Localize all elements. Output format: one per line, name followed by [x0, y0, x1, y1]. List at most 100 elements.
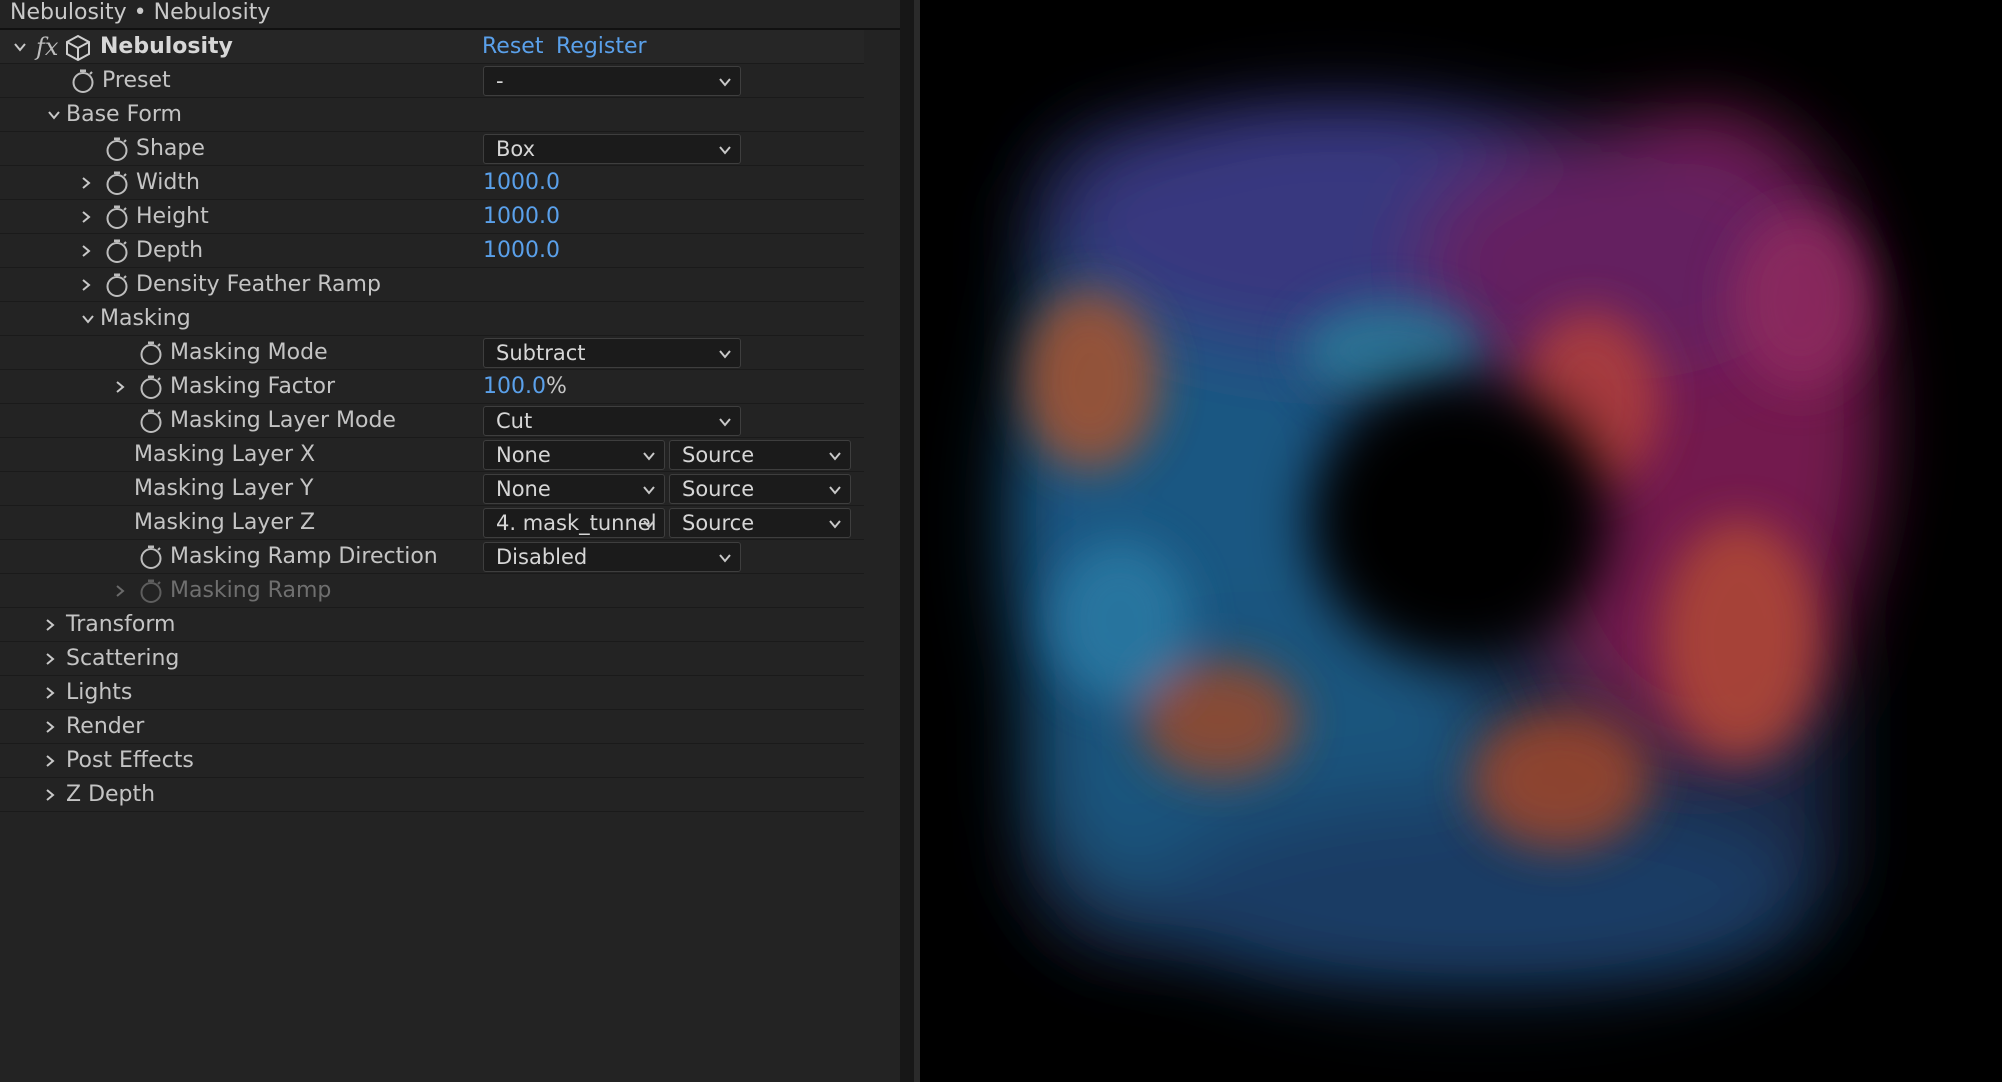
- stopwatch-icon[interactable]: [138, 374, 164, 400]
- chevron-right-icon[interactable]: [110, 370, 130, 404]
- chevron-down-icon: [642, 449, 656, 463]
- property-row-masking-layer-x: Masking Layer X None Source: [0, 438, 864, 472]
- property-row-density-feather-ramp: Density Feather Ramp: [0, 268, 864, 302]
- effect-properties-list: fx Nebulosity Reset Register Preset - Ba…: [0, 30, 864, 812]
- property-row-height: Height 1000.0: [0, 200, 864, 234]
- stopwatch-icon[interactable]: [70, 68, 96, 94]
- property-label: Masking Layer X: [134, 442, 316, 467]
- dropdown-value: Subtract: [496, 341, 586, 365]
- property-label: Masking Factor: [170, 374, 336, 399]
- masking-mode-dropdown[interactable]: Subtract: [483, 338, 741, 368]
- group-row-post-effects[interactable]: Post Effects: [0, 744, 864, 778]
- chevron-down-icon: [718, 415, 732, 429]
- group-label: Z Depth: [66, 782, 156, 807]
- chevron-right-icon[interactable]: [40, 710, 60, 744]
- layer-x-source-dropdown[interactable]: Source: [669, 440, 851, 470]
- dropdown-value: 4. mask_tunnel: [496, 511, 657, 535]
- group-row-render[interactable]: Render: [0, 710, 864, 744]
- chevron-right-icon[interactable]: [40, 778, 60, 812]
- dropdown-value: -: [496, 69, 504, 93]
- width-value[interactable]: 1000.0: [483, 166, 560, 200]
- group-label: Post Effects: [66, 748, 194, 773]
- group-row-transform[interactable]: Transform: [0, 608, 864, 642]
- chevron-right-icon[interactable]: [76, 200, 96, 234]
- dropdown-value: None: [496, 477, 551, 501]
- masking-ramp-direction-dropdown[interactable]: Disabled: [483, 542, 741, 572]
- chevron-down-icon: [828, 483, 842, 497]
- masking-factor-number[interactable]: 100.0: [483, 374, 546, 399]
- property-row-masking-layer-y: Masking Layer Y None Source: [0, 472, 864, 506]
- height-value[interactable]: 1000.0: [483, 200, 560, 234]
- chevron-down-icon[interactable]: [44, 98, 64, 132]
- property-row-masking-ramp: Masking Ramp: [0, 574, 864, 608]
- chevron-down-icon: [642, 517, 656, 531]
- dropdown-value: Disabled: [496, 545, 588, 569]
- chevron-right-icon[interactable]: [40, 642, 60, 676]
- chevron-right-icon[interactable]: [40, 676, 60, 710]
- property-row-width: Width 1000.0: [0, 166, 864, 200]
- layer-z-layer-dropdown[interactable]: 4. mask_tunnel: [483, 508, 665, 538]
- layer-z-source-dropdown[interactable]: Source: [669, 508, 851, 538]
- property-label: Masking Ramp: [170, 578, 332, 603]
- effect-twirl-chevron-down-icon[interactable]: [10, 30, 30, 64]
- panel-divider[interactable]: [900, 0, 914, 1082]
- masking-factor-unit: %: [545, 374, 567, 399]
- chevron-down-icon: [642, 483, 656, 497]
- stopwatch-icon[interactable]: [138, 544, 164, 570]
- masking-layer-mode-dropdown[interactable]: Cut: [483, 406, 741, 436]
- layer-y-layer-dropdown[interactable]: None: [483, 474, 665, 504]
- chevron-down-icon: [718, 143, 732, 157]
- group-row-base-form[interactable]: Base Form: [0, 98, 864, 132]
- layer-y-source-dropdown[interactable]: Source: [669, 474, 851, 504]
- group-row-scattering[interactable]: Scattering: [0, 642, 864, 676]
- chevron-right-icon[interactable]: [76, 234, 96, 268]
- property-label: Masking Layer Z: [134, 510, 316, 535]
- stopwatch-icon[interactable]: [104, 272, 130, 298]
- property-row-preset: Preset -: [0, 64, 864, 98]
- chevron-right-icon[interactable]: [40, 608, 60, 642]
- depth-value[interactable]: 1000.0: [483, 234, 560, 268]
- chevron-down-icon: [718, 347, 732, 361]
- stopwatch-icon[interactable]: [138, 340, 164, 366]
- group-label: Scattering: [66, 646, 180, 671]
- chevron-down-icon[interactable]: [78, 302, 98, 336]
- property-label: Height: [136, 204, 209, 229]
- group-row-z-depth[interactable]: Z Depth: [0, 778, 864, 812]
- dropdown-value: Source: [682, 511, 755, 535]
- register-link[interactable]: Register: [556, 30, 647, 64]
- chevron-down-icon: [718, 75, 732, 89]
- chevron-right-icon[interactable]: [76, 268, 96, 302]
- fx-icon[interactable]: fx: [36, 30, 58, 64]
- dropdown-value: None: [496, 443, 551, 467]
- chevron-right-icon[interactable]: [40, 744, 60, 778]
- composition-viewer[interactable]: [920, 0, 2002, 1082]
- property-row-masking-factor: Masking Factor 100.0%: [0, 370, 864, 404]
- stopwatch-icon[interactable]: [104, 238, 130, 264]
- chevron-right-icon[interactable]: [110, 574, 130, 608]
- property-label: Width: [136, 170, 200, 195]
- layer-x-layer-dropdown[interactable]: None: [483, 440, 665, 470]
- chevron-down-icon: [718, 551, 732, 565]
- stopwatch-icon[interactable]: [104, 204, 130, 230]
- property-row-shape: Shape Box: [0, 132, 864, 166]
- cube-icon: [66, 34, 90, 62]
- group-label: Base Form: [66, 102, 182, 127]
- property-label: Preset: [102, 68, 171, 93]
- group-row-lights[interactable]: Lights: [0, 676, 864, 710]
- chevron-right-icon[interactable]: [76, 166, 96, 200]
- stopwatch-icon[interactable]: [138, 408, 164, 434]
- group-label: Render: [66, 714, 145, 739]
- property-label: Density Feather Ramp: [136, 272, 381, 297]
- dropdown-value: Source: [682, 443, 755, 467]
- reset-link[interactable]: Reset: [482, 30, 543, 64]
- group-row-masking[interactable]: Masking: [0, 302, 864, 336]
- shape-dropdown[interactable]: Box: [483, 134, 741, 164]
- property-row-masking-mode: Masking Mode Subtract: [0, 336, 864, 370]
- stopwatch-icon[interactable]: [104, 170, 130, 196]
- panel-title: Nebulosity • Nebulosity: [0, 0, 900, 30]
- stopwatch-icon[interactable]: [104, 136, 130, 162]
- group-label: Lights: [66, 680, 133, 705]
- property-label: Masking Layer Mode: [170, 408, 396, 433]
- preset-dropdown[interactable]: -: [483, 66, 741, 96]
- masking-factor-value[interactable]: 100.0%: [483, 370, 567, 404]
